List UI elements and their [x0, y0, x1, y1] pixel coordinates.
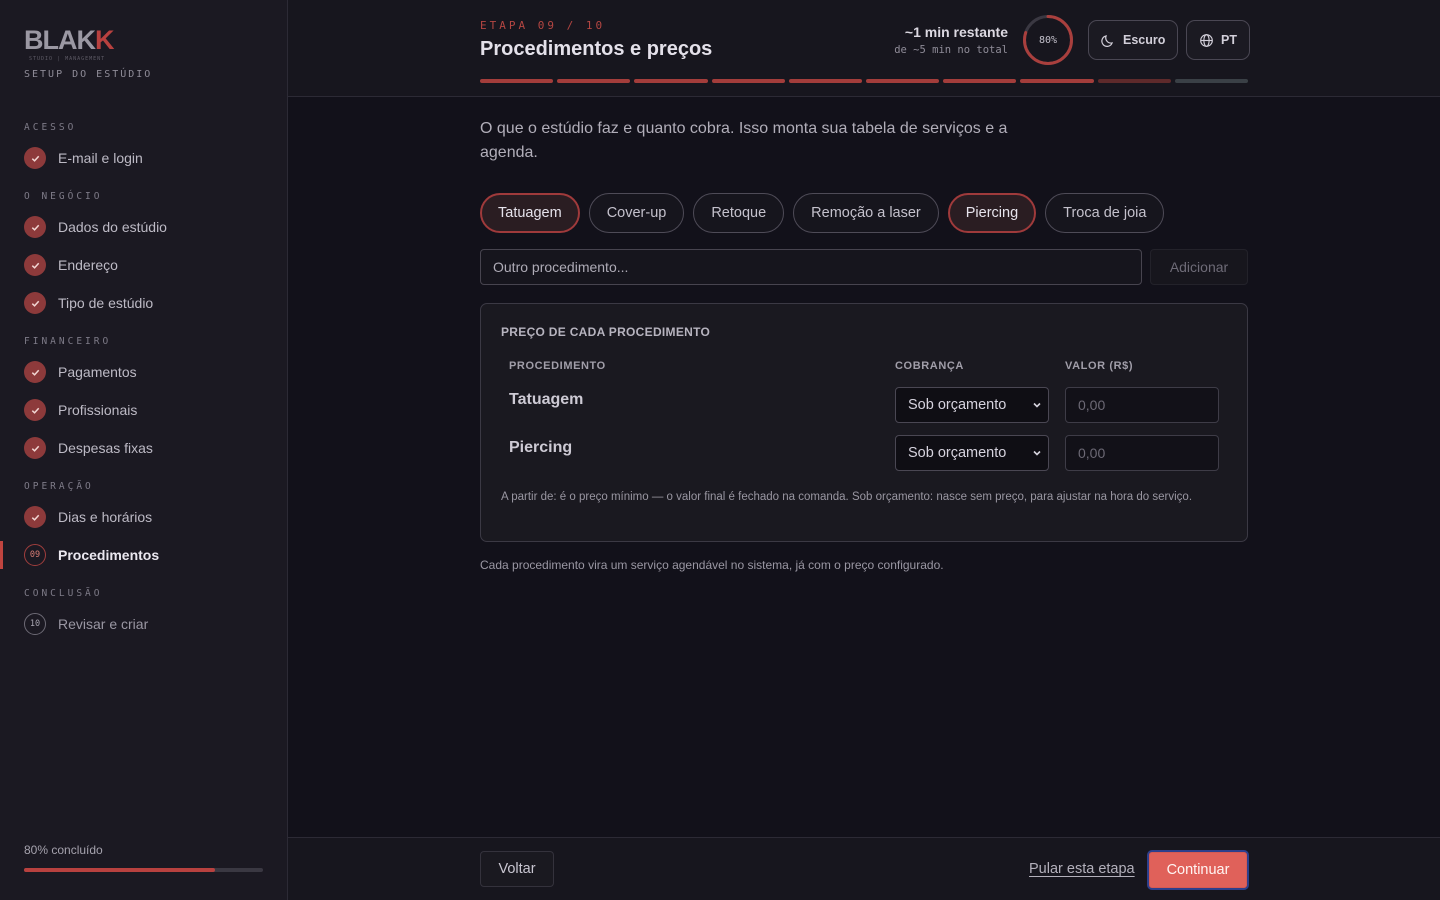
theme-toggle-button[interactable]: Escuro [1088, 20, 1179, 60]
sidebar-item-email-login[interactable]: E-mail e login [0, 143, 287, 173]
row-procedure-name: Tatuagem [509, 391, 584, 408]
sidebar-item-procedimentos[interactable]: 09 Procedimentos [0, 540, 287, 570]
setup-label: SETUP DO ESTÚDIO [24, 69, 153, 80]
sidebar-item-despesas-fixas[interactable]: Despesas fixas [0, 433, 287, 463]
progress-bar [24, 868, 263, 872]
brand-logo: BLAKK STUDIO | MANAGEMENT [24, 26, 114, 62]
sidebar-item-tipo-estudio[interactable]: Tipo de estúdio [0, 288, 287, 318]
procedure-chips: Tatuagem Cover-up Retoque Remoção a lase… [480, 193, 1165, 233]
step-segment [788, 79, 863, 83]
step-segment [1097, 79, 1171, 83]
sidebar: BLAKK STUDIO | MANAGEMENT SETUP DO ESTÚD… [0, 0, 288, 900]
column-header-procedure: PROCEDIMENTO [509, 360, 606, 372]
check-icon [24, 437, 46, 459]
step-segment [943, 79, 1017, 83]
sidebar-item-label: Profissionais [58, 402, 138, 418]
step-label: ETAPA 09 / 10 [480, 19, 606, 32]
step-segment [557, 79, 631, 83]
progress-ring-label: 80% [1038, 34, 1058, 46]
chevron-down-icon [1033, 450, 1041, 456]
step-segment [1174, 79, 1249, 83]
sidebar-item-dias-horarios[interactable]: Dias e horários [0, 502, 287, 532]
skip-step-link[interactable]: Pular esta etapa [1029, 861, 1135, 877]
sidebar-item-label: E-mail e login [58, 150, 143, 166]
column-header-value: VALOR (R$) [1065, 360, 1134, 372]
chip-tatuagem[interactable]: Tatuagem [480, 193, 580, 233]
charge-select-value: Sob orçamento [908, 445, 1007, 461]
price-value-input[interactable] [1065, 387, 1219, 423]
nav-section-acesso: ACESSO [24, 122, 77, 133]
sidebar-item-endereco[interactable]: Endereço [0, 250, 287, 280]
language-button[interactable]: PT [1186, 20, 1250, 60]
sidebar-item-label: Dias e horários [58, 509, 153, 525]
row-procedure-name: Piercing [509, 439, 573, 456]
step-segment [1020, 79, 1094, 83]
logo-text-accent: K [95, 25, 114, 55]
price-card: PREÇO DE CADA PROCEDIMENTO PROCEDIMENTO … [480, 303, 1248, 542]
price-card-title: PREÇO DE CADA PROCEDIMENTO [501, 325, 711, 339]
sidebar-item-pagamentos[interactable]: Pagamentos [0, 357, 287, 387]
chip-piercing[interactable]: Piercing [947, 193, 1037, 233]
intro-text: O que o estúdio faz e quanto cobra. Isso… [480, 120, 1008, 161]
check-icon [24, 361, 46, 383]
check-icon [24, 506, 46, 528]
globe-icon [1200, 33, 1213, 47]
sidebar-item-label: Revisar e criar [58, 616, 149, 632]
logo-subtitle: STUDIO | MANAGEMENT [29, 56, 106, 62]
check-icon [24, 292, 46, 314]
time-total: de ~5 min no total [894, 44, 1008, 56]
chip-cover-up[interactable]: Cover-up [588, 193, 685, 233]
progress-bar-fill [24, 868, 216, 872]
sidebar-item-revisar-criar[interactable]: 10 Revisar e criar [0, 609, 287, 639]
chip-troca-joia[interactable]: Troca de joia [1045, 193, 1165, 233]
check-icon [24, 254, 46, 276]
chip-retoque[interactable]: Retoque [693, 193, 785, 233]
nav-section-negocio: O NEGÓCIO [24, 191, 103, 202]
other-procedure-input[interactable] [480, 249, 1142, 285]
price-value-input[interactable] [1065, 435, 1219, 471]
sidebar-item-dados-estudio[interactable]: Dados do estúdio [0, 212, 287, 242]
check-icon [24, 399, 46, 421]
step-segment [480, 79, 554, 83]
footnote: Cada procedimento vira um serviço agendá… [480, 558, 944, 572]
nav-section-financeiro: FINANCEIRO [24, 336, 112, 347]
sidebar-item-label: Endereço [58, 257, 118, 273]
step-number-badge: 10 [24, 613, 46, 635]
check-icon [24, 216, 46, 238]
footer: Voltar Pular esta etapa Continuar [288, 837, 1440, 900]
pricing-note: A partir de: é o preço mínimo — o valor … [501, 491, 1193, 503]
chevron-down-icon [1033, 402, 1041, 408]
charge-select-value: Sob orçamento [908, 397, 1007, 413]
language-button-label: PT [1221, 33, 1237, 47]
nav-section-operacao: OPERAÇÃO [24, 481, 94, 492]
header: ETAPA 09 / 10 Procedimentos e preços ~1 … [288, 0, 1440, 97]
step-segment [866, 79, 940, 83]
moon-icon [1101, 34, 1114, 47]
charge-select[interactable]: Sob orçamento [895, 435, 1049, 471]
check-icon [24, 147, 46, 169]
nav-section-conclusao: CONCLUSÃO [24, 588, 103, 599]
progress-label: 80% concluído [24, 843, 103, 857]
sidebar-item-label: Dados do estúdio [58, 219, 167, 235]
logo-text: BLAK [24, 25, 96, 55]
time-remaining: ~1 min restante [904, 24, 1008, 40]
chip-remocao-laser[interactable]: Remoção a laser [793, 193, 939, 233]
back-button[interactable]: Voltar [480, 851, 554, 887]
step-segment [711, 79, 785, 83]
sidebar-item-label: Despesas fixas [58, 440, 153, 456]
add-procedure-button[interactable]: Adicionar [1150, 249, 1248, 285]
sidebar-item-profissionais[interactable]: Profissionais [0, 395, 287, 425]
sidebar-item-label: Tipo de estúdio [58, 295, 154, 311]
continue-button[interactable]: Continuar [1147, 850, 1249, 890]
step-segment [634, 79, 708, 83]
sidebar-item-label: Pagamentos [58, 364, 137, 380]
step-progress-segments [480, 79, 1249, 83]
step-number-badge: 09 [24, 544, 46, 566]
sidebar-progress: 80% concluído [24, 843, 263, 872]
column-header-charge: COBRANÇA [895, 360, 964, 372]
page-title: Procedimentos e preços [480, 38, 713, 60]
charge-select[interactable]: Sob orçamento [895, 387, 1049, 423]
sidebar-item-label: Procedimentos [58, 547, 160, 563]
theme-button-label: Escuro [1123, 33, 1166, 47]
